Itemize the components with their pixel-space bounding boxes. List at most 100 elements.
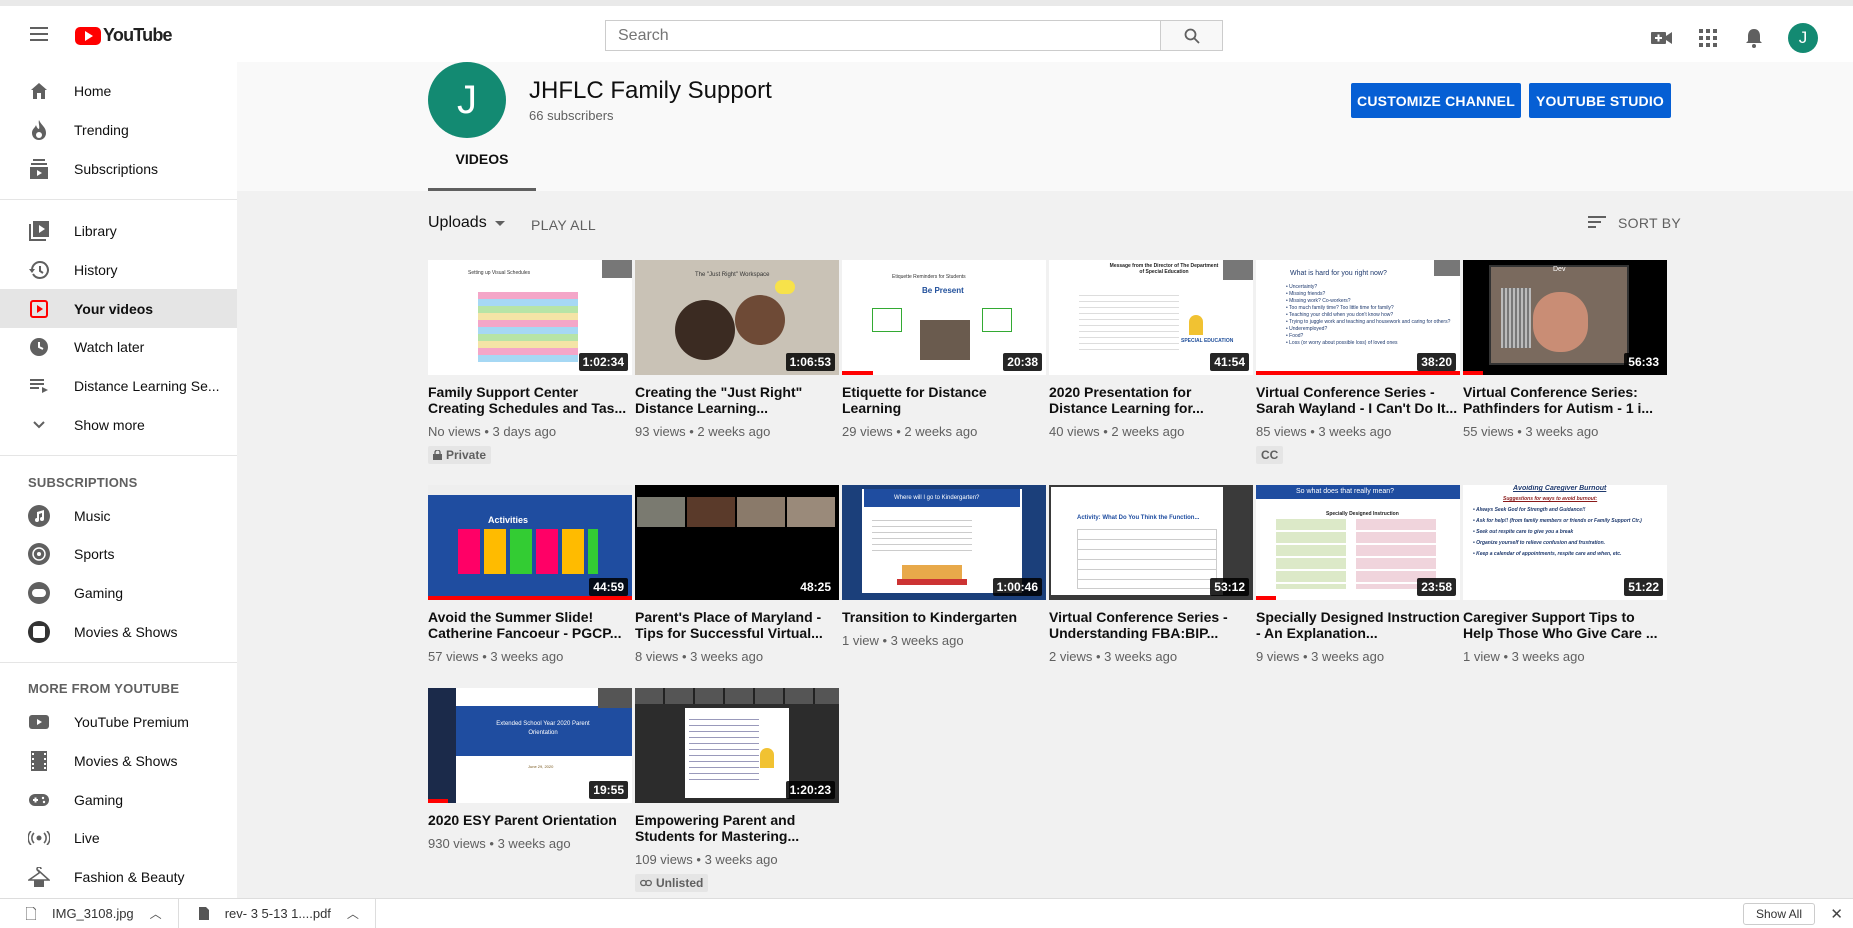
video-card[interactable]: Where will I go to Kindergarten? 1:00:46… <box>842 485 1046 648</box>
sidebar-item-youtube-premium[interactable]: YouTube Premium <box>0 703 237 742</box>
video-title[interactable]: Avoid the Summer Slide! Catherine Fancoe… <box>428 609 632 641</box>
download-item[interactable]: IMG_3108.jpg ︿ <box>0 898 179 928</box>
video-card[interactable]: Activities 44:59 Avoid the Summer Slide! … <box>428 485 632 664</box>
sidebar-item-label: Show more <box>74 416 145 433</box>
video-thumbnail[interactable]: What is hard for you right now? • Uncert… <box>1256 260 1460 375</box>
video-card[interactable]: 1:20:23 Empowering Parent and Students fo… <box>635 688 839 892</box>
sidebar-item-your-videos[interactable]: Your videos <box>0 289 237 329</box>
video-thumbnail[interactable]: Avoiding Caregiver Burnout Suggestions f… <box>1463 485 1667 600</box>
video-card[interactable]: What is hard for you right now? • Uncert… <box>1256 260 1460 464</box>
video-title[interactable]: 2020 Presentation for Distance Learning … <box>1049 384 1253 416</box>
video-title[interactable]: Specially Designed Instruction - An Expl… <box>1256 609 1460 641</box>
video-title[interactable]: Virtual Conference Series - Sarah Waylan… <box>1256 384 1460 416</box>
sidebar-item-label: Trending <box>74 122 129 139</box>
video-title[interactable]: Parent's Place of Maryland - Tips for Su… <box>635 609 839 641</box>
close-icon[interactable]: ✕ <box>1830 905 1843 923</box>
video-title[interactable]: Empowering Parent and Students for Maste… <box>635 812 839 844</box>
video-card[interactable]: 48:25 Parent's Place of Maryland - Tips f… <box>635 485 839 664</box>
video-thumbnail[interactable]: Setting up Visual Schedules 1:02:34 <box>428 260 632 375</box>
download-item[interactable]: rev- 3 5-13 1....pdf ︿ <box>179 898 376 928</box>
thumb-text: Dev <box>1553 266 1566 273</box>
video-thumbnail[interactable]: Extended School Year 2020 Parent Orienta… <box>428 688 632 803</box>
video-title[interactable]: Virtual Conference Series - Understandin… <box>1049 609 1253 641</box>
video-duration: 1:20:23 <box>785 781 835 799</box>
video-thumbnail[interactable]: 1:20:23 <box>635 688 839 803</box>
video-thumbnail[interactable]: So what does that really mean? Specially… <box>1256 485 1460 600</box>
sidebar-item-live[interactable]: Live <box>0 819 237 858</box>
sidebar-item-music[interactable]: Music <box>0 496 237 535</box>
sidebar-item-gaming-more[interactable]: Gaming <box>0 780 237 819</box>
video-card[interactable]: Message from the Director of The Departm… <box>1049 260 1253 439</box>
customize-channel-button[interactable]: CUSTOMIZE CHANNEL <box>1351 83 1521 118</box>
sidebar-show-more[interactable]: Show more <box>0 406 237 445</box>
sidebar-item-fashion-beauty[interactable]: Fashion & Beauty <box>0 858 237 897</box>
sidebar-item-subscriptions[interactable]: Subscriptions <box>0 149 237 188</box>
video-card[interactable]: Etiquette Reminders for Students Be Pres… <box>842 260 1046 439</box>
search-button[interactable] <box>1160 21 1222 50</box>
create-video-icon[interactable] <box>1650 26 1674 50</box>
video-card[interactable]: Extended School Year 2020 Parent Orienta… <box>428 688 632 851</box>
video-duration: 1:02:34 <box>578 353 628 371</box>
video-card[interactable]: Dev 56:33 Virtual Conference Series: Path… <box>1463 260 1667 439</box>
sidebar-item-gaming[interactable]: Gaming <box>0 574 237 613</box>
sidebar-item-label: Subscriptions <box>74 160 159 177</box>
video-thumbnail[interactable]: Etiquette Reminders for Students Be Pres… <box>842 260 1046 375</box>
caret-down-icon <box>494 220 505 226</box>
account-avatar[interactable]: J <box>1788 23 1818 53</box>
apps-grid-icon[interactable] <box>1696 26 1720 50</box>
video-thumbnail[interactable]: Message from the Director of The Departm… <box>1049 260 1253 375</box>
video-card[interactable]: Avoiding Caregiver Burnout Suggestions f… <box>1463 485 1667 664</box>
sidebar-item-trending[interactable]: Trending <box>0 111 237 150</box>
video-thumbnail[interactable]: Activities 44:59 <box>428 485 632 600</box>
sidebar-item-history[interactable]: History <box>0 251 237 290</box>
sidebar-item-sports[interactable]: Sports <box>0 535 237 574</box>
thumb-text: SPECIAL EDUCATION <box>1181 338 1234 344</box>
video-badge: Private <box>428 446 492 464</box>
video-title[interactable]: Family Support Center Creating Schedules… <box>428 384 632 416</box>
notifications-bell-icon[interactable] <box>1742 26 1766 50</box>
thumb-text: Avoiding Caregiver Burnout <box>1513 485 1607 492</box>
video-title[interactable]: Virtual Conference Series: Pathfinders f… <box>1463 384 1667 416</box>
show-all-button[interactable]: Show All <box>1742 903 1815 925</box>
sidebar-item-library[interactable]: Library <box>0 212 237 251</box>
downloads-bar: IMG_3108.jpg ︿ rev- 3 5-13 1....pdf ︿ Sh… <box>0 898 1853 928</box>
sidebar-item-playlist[interactable]: Distance Learning Se... <box>0 367 237 406</box>
gaming-icon <box>28 581 50 604</box>
play-all-button[interactable]: PLAY ALL <box>531 217 596 233</box>
thumb-text: Activity: What Do You Think the Function… <box>1077 515 1200 521</box>
video-thumbnail[interactable]: The "Just Right" Workspace 1:06:53 <box>635 260 839 375</box>
uploads-dropdown[interactable]: Uploads <box>428 214 505 232</box>
menu-icon[interactable] <box>30 27 48 41</box>
sort-by-label: SORT BY <box>1618 215 1682 231</box>
sidebar-item-movies-shows-more[interactable]: Movies & Shows <box>0 742 237 781</box>
video-card[interactable]: Activity: What Do You Think the Function… <box>1049 485 1253 664</box>
video-thumbnail[interactable]: Activity: What Do You Think the Function… <box>1049 485 1253 600</box>
video-card[interactable]: The "Just Right" Workspace 1:06:53 Creati… <box>635 260 839 439</box>
video-thumbnail[interactable]: 48:25 <box>635 485 839 600</box>
thumb-text: Suggestions for ways to avoid burnout: <box>1503 496 1598 502</box>
video-thumbnail[interactable]: Dev 56:33 <box>1463 260 1667 375</box>
video-title[interactable]: 2020 ESY Parent Orientation <box>428 812 632 828</box>
video-title[interactable]: Etiquette for Distance Learning <box>842 384 1046 416</box>
youtube-studio-button[interactable]: YOUTUBE STUDIO <box>1529 83 1671 118</box>
video-duration: 20:38 <box>1003 353 1042 371</box>
uploads-label: Uploads <box>428 214 487 231</box>
channel-name: JHFLC Family Support <box>529 77 772 104</box>
thumb-text: Activities <box>488 515 529 525</box>
video-title[interactable]: Transition to Kindergarten <box>842 609 1046 625</box>
video-card[interactable]: Setting up Visual Schedules 1:02:34 Famil… <box>428 260 632 465</box>
search-input[interactable] <box>606 21 1160 50</box>
video-thumbnail[interactable]: Where will I go to Kindergarten? 1:00:46 <box>842 485 1046 600</box>
tab-videos[interactable]: VIDEOS <box>428 130 536 191</box>
youtube-logo[interactable]: YouTube <box>75 25 173 46</box>
chevron-up-icon[interactable]: ︿ <box>347 905 359 922</box>
sort-by-button[interactable]: SORT BY <box>1588 215 1681 231</box>
chevron-up-icon[interactable]: ︿ <box>150 905 162 922</box>
video-title[interactable]: Caregiver Support Tips to Help Those Who… <box>1463 609 1667 641</box>
video-title[interactable]: Creating the "Just Right" Distance Learn… <box>635 384 839 416</box>
sidebar-divider <box>0 661 237 663</box>
sidebar-item-movies-shows[interactable]: Movies & Shows <box>0 612 237 651</box>
sidebar-item-home[interactable]: Home <box>0 72 237 111</box>
video-card[interactable]: So what does that really mean? Specially… <box>1256 485 1460 664</box>
sidebar-item-watch-later[interactable]: Watch later <box>0 328 237 367</box>
